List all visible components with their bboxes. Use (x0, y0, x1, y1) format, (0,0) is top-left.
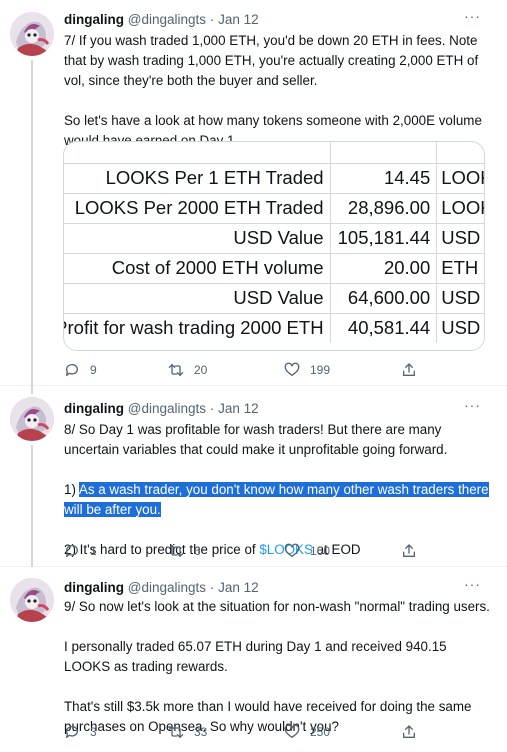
reply-button[interactable]: 1 (64, 543, 97, 559)
more-options-icon[interactable]: ··· (464, 8, 481, 24)
thread-line (31, 445, 33, 567)
timestamp[interactable]: Jan 12 (218, 12, 259, 27)
reply-button[interactable]: 3 (64, 724, 97, 740)
heart-icon (284, 362, 300, 376)
table-row: LOOKS Per 1 ETH Traded 14.45 LOOKS (64, 163, 484, 194)
like-count: 250 (310, 725, 331, 739)
selected-text: As a wash trader, you don't know how man… (64, 482, 489, 517)
tweet-actions: 3 33 250 (64, 724, 424, 742)
tweet-text: 7/ If you wash traded 1,000 ETH, you'd b… (64, 31, 494, 151)
table-cell-unit: LOOKS (436, 193, 484, 224)
tweet-paragraph: 9/ So now let's look at the situation fo… (64, 599, 490, 614)
retweet-button[interactable]: 33 (168, 724, 207, 740)
retweet-count: 20 (194, 363, 208, 377)
reply-count: 3 (90, 725, 97, 739)
like-count: 199 (310, 363, 331, 377)
tweet-header: dingaling @dingalingts · Jan 12 (64, 580, 259, 596)
table-row: USD Value 64,600.00 USD (64, 283, 484, 314)
more-options-icon[interactable]: ··· (464, 397, 481, 413)
heart-icon (284, 543, 300, 557)
tweet-8[interactable]: dingaling @dingalingts · Jan 12 ··· 8/ S… (0, 387, 507, 567)
more-options-icon[interactable]: ··· (464, 576, 481, 592)
table-cell-label: LOOKS Per 1 ETH Traded (64, 163, 331, 194)
table-cell-value: 64,600.00 (330, 283, 438, 314)
table-cell-value: 28,896.00 (330, 193, 438, 224)
tweet-image[interactable]: LOOKS Per 1 ETH Traded 14.45 LOOKS LOOKS… (63, 141, 485, 351)
like-button[interactable]: 250 (284, 724, 330, 740)
table-row: USD Value 105,181.44 USD (64, 223, 484, 254)
tweet-9[interactable]: dingaling @dingalingts · Jan 12 ··· 9/ S… (0, 568, 507, 752)
share-icon (403, 544, 415, 557)
table-cell-label: USD Value (64, 283, 331, 314)
thread-line (31, 60, 33, 394)
table-cell-unit: USD (436, 223, 484, 254)
share-button[interactable] (401, 724, 417, 740)
table-cell-unit: ETH (436, 253, 484, 284)
table-cell-label: USD Value (64, 223, 331, 254)
retweet-count: 6 (194, 544, 201, 558)
retweet-icon (168, 545, 184, 557)
table-cell-label: LOOKS Per 2000 ETH Traded (64, 193, 331, 224)
table-row: Cost of 2000 ETH volume 20.00 ETH (64, 253, 484, 284)
tweet-paragraph: 8/ So Day 1 was profitable for wash trad… (64, 422, 448, 457)
timestamp[interactable]: Jan 12 (218, 401, 259, 416)
tweet-actions: 1 6 160 (64, 543, 424, 561)
share-button[interactable] (401, 362, 417, 378)
table-cell-value: 40,581.44 (330, 313, 438, 343)
table-cell-value: 105,181.44 (330, 223, 438, 254)
handle[interactable]: @dingalingts (128, 12, 206, 27)
reply-button[interactable]: 9 (64, 362, 97, 378)
tweet-paragraph: 7/ If you wash traded 1,000 ETH, you'd b… (64, 33, 479, 88)
table-cell-label: Cost of 2000 ETH volume (64, 253, 331, 284)
tweet-paragraph: I personally traded 65.07 ETH during Day… (64, 639, 447, 674)
tweet-text: 8/ So Day 1 was profitable for wash trad… (64, 420, 494, 560)
retweet-icon (168, 364, 184, 376)
timestamp[interactable]: Jan 12 (218, 580, 259, 595)
avatar[interactable] (10, 397, 54, 441)
separator: · (209, 580, 215, 595)
separator: · (209, 401, 215, 416)
table-cell-unit: LOOKS (436, 163, 484, 194)
share-icon (403, 363, 415, 376)
retweet-icon (168, 726, 184, 738)
tweet-paragraph: 1) As a wash trader, you don't know how … (64, 480, 494, 520)
list-number: 1) (64, 482, 79, 497)
reply-icon (65, 545, 78, 557)
reply-count: 1 (90, 544, 97, 558)
table-cell-value: 14.45 (330, 163, 438, 194)
table-cell-value: 20.00 (330, 253, 438, 284)
heart-icon (284, 724, 300, 738)
avatar[interactable] (10, 578, 54, 622)
handle[interactable]: @dingalingts (128, 580, 206, 595)
share-icon (403, 725, 415, 738)
like-button[interactable]: 199 (284, 362, 330, 378)
data-table: LOOKS Per 1 ETH Traded 14.45 LOOKS LOOKS… (64, 142, 484, 343)
like-count: 160 (310, 544, 331, 558)
display-name[interactable]: dingaling (64, 580, 124, 595)
tweet-text: 9/ So now let's look at the situation fo… (64, 597, 494, 737)
display-name[interactable]: dingaling (64, 12, 124, 27)
tweet-7[interactable]: dingaling @dingalingts · Jan 12 ··· 7/ I… (0, 0, 507, 394)
table-row: LOOKS Per 2000 ETH Traded 28,896.00 LOOK… (64, 193, 484, 224)
reply-icon (65, 726, 78, 738)
reply-icon (65, 364, 78, 376)
tweet-actions: 9 20 199 (64, 362, 424, 380)
table-row: Profit for wash trading 2000 ETH 40,581.… (64, 313, 484, 343)
display-name[interactable]: dingaling (64, 401, 124, 416)
retweet-count: 33 (194, 725, 208, 739)
table-cell-unit: USD (436, 313, 484, 343)
table-cell-unit: USD (436, 283, 484, 314)
separator: · (209, 12, 215, 27)
table-cell-label: Profit for wash trading 2000 ETH (64, 313, 331, 343)
table-row (64, 142, 484, 164)
avatar[interactable] (10, 12, 54, 56)
tweet-header: dingaling @dingalingts · Jan 12 (64, 12, 259, 28)
tweet-header: dingaling @dingalingts · Jan 12 (64, 401, 259, 417)
share-button[interactable] (401, 543, 417, 559)
retweet-button[interactable]: 20 (168, 362, 207, 378)
like-button[interactable]: 160 (284, 543, 330, 559)
reply-count: 9 (90, 363, 97, 377)
handle[interactable]: @dingalingts (128, 401, 206, 416)
retweet-button[interactable]: 6 (168, 543, 201, 559)
